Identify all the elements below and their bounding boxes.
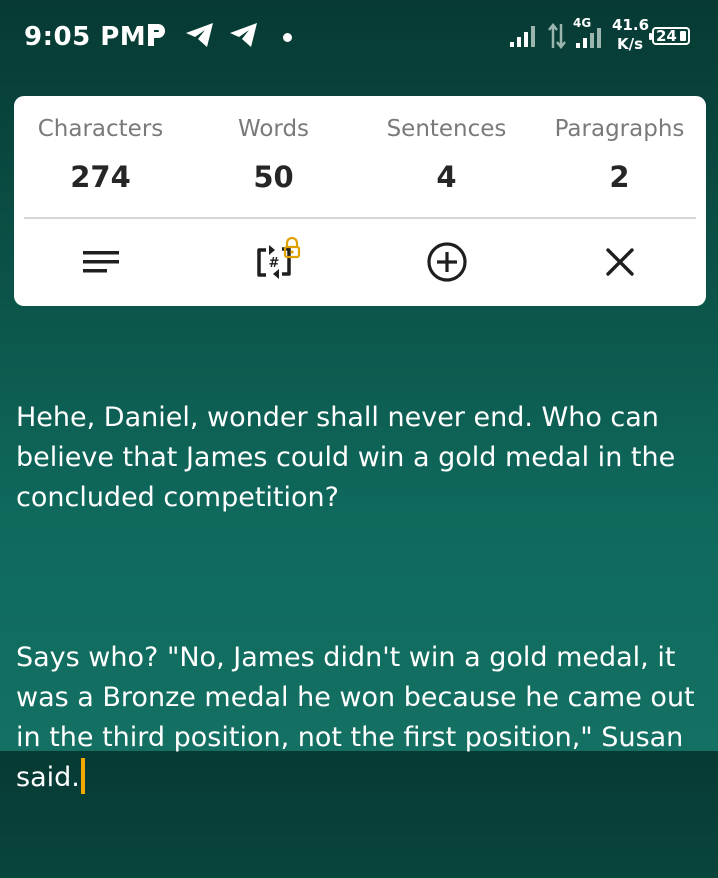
stat-paragraphs-value: 2 [609,160,630,194]
stat-words-label: Words [237,116,310,142]
stat-sentences: Sentences 4 [360,96,533,194]
stat-paragraphs-label: Paragraphs [554,116,685,142]
stats-card: Characters 274 Words 50 Sentences 4 Para… [14,96,706,306]
close-icon [605,248,634,276]
text-caret [80,758,85,794]
add-circle-icon [426,242,467,282]
editor-paragraph-2-text: Says who? "No, James didn't win a gold m… [16,642,704,793]
notification-dot [283,33,292,42]
stat-sentences-value: 4 [436,160,457,194]
signal-4g-icon [576,28,601,48]
menu-lines-icon [82,251,119,273]
p-app-icon [148,24,165,46]
stat-characters: Characters 274 [14,96,187,194]
format-menu-button[interactable] [14,233,187,291]
status-time: 9:05 PM [24,22,147,52]
data-arrows-icon [548,22,566,50]
net-speed-unit: K/s [616,35,644,53]
close-button[interactable] [533,233,706,291]
stats-row: Characters 274 Words 50 Sentences 4 Para… [14,96,706,194]
net-speed-value: 41.6 [612,16,650,34]
lock-icon [283,237,301,259]
actions-row: # [14,233,706,291]
hashtag-swap-button[interactable]: # [187,233,360,291]
signal-icon [510,26,535,47]
net-speed: 41.6 K/s [612,16,650,54]
stat-characters-label: Characters [37,116,164,142]
stat-sentences-label: Sentences [386,116,507,142]
battery-level: 24 [656,27,677,45]
editor-paragraph-1: Hehe, Daniel, wonder shall never end. Wh… [16,402,684,513]
stat-paragraphs: Paragraphs 2 [533,96,706,194]
battery-cap [649,33,652,40]
stat-words: Words 50 [187,96,360,194]
status-bar: 9:05 PM 4G 41.6 K/s 24 [0,0,718,78]
svg-text:#: # [268,256,279,271]
telegram-icon [186,23,213,47]
battery-fill [680,31,686,41]
stat-characters-value: 274 [70,160,131,194]
card-divider [24,217,696,219]
editor-paragraph-2: Says who? "No, James didn't win a gold m… [16,638,704,798]
telegram-icon [230,23,257,47]
stat-words-value: 50 [253,160,294,194]
text-editor[interactable]: Hehe, Daniel, wonder shall never end. Wh… [16,318,704,878]
add-button[interactable] [360,233,533,291]
battery-icon: 24 [649,27,690,45]
